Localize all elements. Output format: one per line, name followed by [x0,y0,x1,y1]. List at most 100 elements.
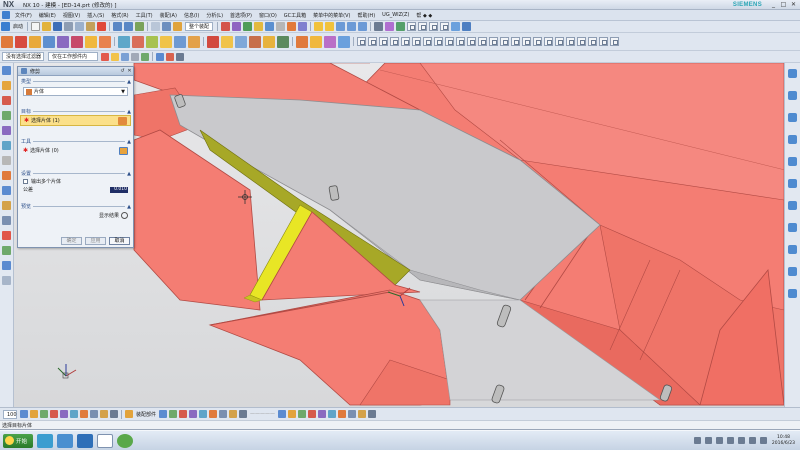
apply-button[interactable]: 应用 [85,237,106,245]
face-rule-icon[interactable] [111,52,119,61]
view-grid-icon[interactable] [440,22,450,31]
browser-app-icon[interactable] [57,433,73,448]
settings-group-header[interactable]: 设置 ▲ [20,170,131,178]
synchronous-icon[interactable] [338,35,350,48]
measure-icon[interactable] [462,22,472,31]
menu-ug-wizard[interactable]: UG_WIZ(Z) [382,12,409,18]
shaded-icon[interactable] [166,52,174,61]
perspective-icon[interactable] [60,410,68,418]
view-orient-icon[interactable] [314,22,324,31]
macro-slot-icon[interactable] [610,37,619,46]
select-sheet-icon[interactable] [119,146,128,155]
view-orient-icon[interactable] [788,245,797,254]
assembly-navigator-icon[interactable] [2,66,11,75]
macro-slot-icon[interactable] [368,37,377,46]
menu-insert[interactable]: 插入(S) [87,12,104,19]
type-group-header[interactable]: 类型 ▲ [20,78,131,86]
snap-mid-icon[interactable] [243,22,253,31]
pan-view-icon[interactable] [40,410,48,418]
sketch-icon[interactable] [1,35,13,48]
revolve-icon[interactable] [29,35,41,48]
snap-existing-icon[interactable] [298,22,308,31]
extract-geometry-icon[interactable] [263,35,275,48]
snap-quadrant-icon[interactable] [287,22,297,31]
trim-body-icon[interactable] [207,35,219,48]
zoom-icon[interactable] [336,22,346,31]
repeat-command-icon[interactable] [135,22,145,31]
feature-icon[interactable] [298,410,307,418]
measure-icon[interactable] [2,261,11,270]
replace-face-icon[interactable] [324,35,336,48]
feature-icon[interactable] [338,410,347,418]
curve-rule-icon[interactable] [121,52,129,61]
macro-slot-icon[interactable] [379,37,388,46]
macro-slot-icon[interactable] [357,37,366,46]
assembly-icon[interactable] [125,410,133,418]
tolerance-input[interactable]: 0.010 [110,186,128,193]
view-bottom-icon[interactable] [788,223,797,232]
edges-icon[interactable] [90,410,98,418]
tool-select-row[interactable]: ✱ 选择片体 (0) [20,145,131,156]
macro-slot-icon[interactable] [500,37,509,46]
reuse-library-icon[interactable] [2,111,11,120]
pan-icon[interactable] [347,22,357,31]
copy-icon[interactable] [75,22,85,31]
macro-slot-icon[interactable] [412,37,421,46]
macro-slot-icon[interactable] [533,37,542,46]
nx-taskbar-item[interactable] [97,433,113,448]
datum-plane-icon[interactable] [43,35,55,48]
macro-slot-icon[interactable] [522,37,531,46]
paste-icon[interactable] [86,22,96,31]
menu-tools[interactable]: 工具(T) [136,12,153,19]
tray-icon[interactable] [726,437,734,444]
feature-icon[interactable] [278,410,287,418]
render-style-icon[interactable] [374,22,384,31]
render-style-icon[interactable] [156,52,164,61]
view-right-icon[interactable] [788,113,797,122]
shade-icon[interactable] [80,410,88,418]
tray-icon[interactable] [737,437,745,444]
clock[interactable]: 10:48 2016/6/23 [772,435,795,447]
reset-icon[interactable]: ↺ [119,68,126,75]
target-select-row[interactable]: ✱ 选择片体 (1) [20,115,131,126]
sew-icon[interactable] [249,35,261,48]
start-menu-button[interactable] [2,11,12,19]
split-body-icon[interactable] [221,35,233,48]
feature-icon[interactable] [348,410,357,418]
view-top-icon[interactable] [788,69,797,78]
body-select-icon[interactable] [141,52,149,61]
snap-intersection-icon[interactable] [265,22,275,31]
offset-face-icon[interactable] [235,35,247,48]
maximize-button[interactable]: □ [779,1,788,8]
component-icon[interactable] [239,410,248,418]
show-result-row[interactable]: 显示结果 [20,210,131,220]
delete-face-icon[interactable] [310,35,322,48]
zoom-combo[interactable]: 100 [3,409,17,419]
macro-slot-icon[interactable] [511,37,520,46]
clip-section-icon[interactable] [385,22,395,31]
web-browser-icon[interactable] [2,141,11,150]
hidden-edges-icon[interactable] [100,410,108,418]
volume-icon[interactable] [759,437,767,444]
select-sheet-icon[interactable] [118,116,127,125]
view-restore-icon[interactable] [788,267,797,276]
tray-icon[interactable] [748,437,756,444]
output-multiple-checkbox[interactable] [23,178,28,184]
feature-icon[interactable] [368,410,377,418]
chamfer-icon[interactable] [132,35,144,48]
menu-help[interactable]: 帮助(H) [357,12,375,19]
constraint-navigator-icon[interactable] [2,81,11,90]
view-grid-icon[interactable] [418,22,428,31]
palette-icon[interactable] [2,246,11,255]
component-icon[interactable] [159,410,168,418]
macro-slot-icon[interactable] [456,37,465,46]
edge-blend-icon[interactable] [118,35,130,48]
target-group-header[interactable]: 目标 ▲ [20,108,131,116]
macro-slot-icon[interactable] [478,37,487,46]
draft-icon[interactable] [160,35,172,48]
ok-button[interactable]: 确定 [61,237,82,245]
open-icon[interactable] [42,22,52,31]
menu-view[interactable]: 视图(V) [63,12,80,19]
menu-gc-toolkit[interactable]: GC工具箱 [284,12,306,19]
touch-mode-icon[interactable] [151,22,161,31]
